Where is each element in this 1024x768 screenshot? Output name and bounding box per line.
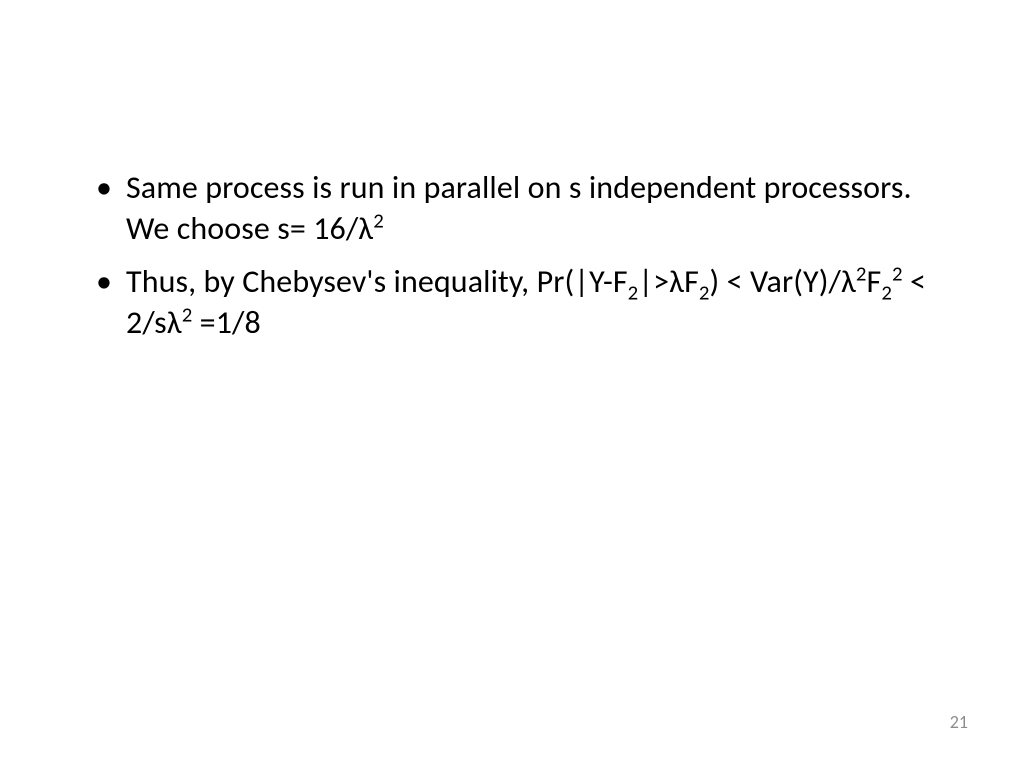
bullet-2-sup-1: 2 xyxy=(856,260,867,286)
bullet-2-text-d: F xyxy=(867,262,882,301)
slide: Same process is run in parallel on s ind… xyxy=(0,0,1024,768)
bullet-2-sup-3: 2 xyxy=(182,301,193,327)
bullet-2-text-f: =1/8 xyxy=(192,303,260,342)
page-number: 21 xyxy=(950,711,968,733)
bullet-2-sub-2: 2 xyxy=(699,279,710,305)
bullet-1-sup-1: 2 xyxy=(373,207,384,233)
bullet-2-text-a: Thus, by Chebysev's inequality, Pr(|Y-F xyxy=(126,262,628,301)
bullet-1-text-a: Same process is run in parallel on s ind… xyxy=(126,168,912,248)
bullet-2-sub-3: 2 xyxy=(881,279,892,305)
bullet-2-text-b: |>λF xyxy=(638,262,699,301)
bullet-list: Same process is run in parallel on s ind… xyxy=(92,168,932,344)
bullet-2-text-c: ) < Var(Y)/λ xyxy=(710,262,856,301)
bullet-2-sup-2: 2 xyxy=(892,260,903,286)
bullet-item-2: Thus, by Chebysev's inequality, Pr(|Y-F2… xyxy=(92,262,932,344)
bullet-item-1: Same process is run in parallel on s ind… xyxy=(92,168,932,250)
bullet-2-sub-1: 2 xyxy=(628,279,639,305)
